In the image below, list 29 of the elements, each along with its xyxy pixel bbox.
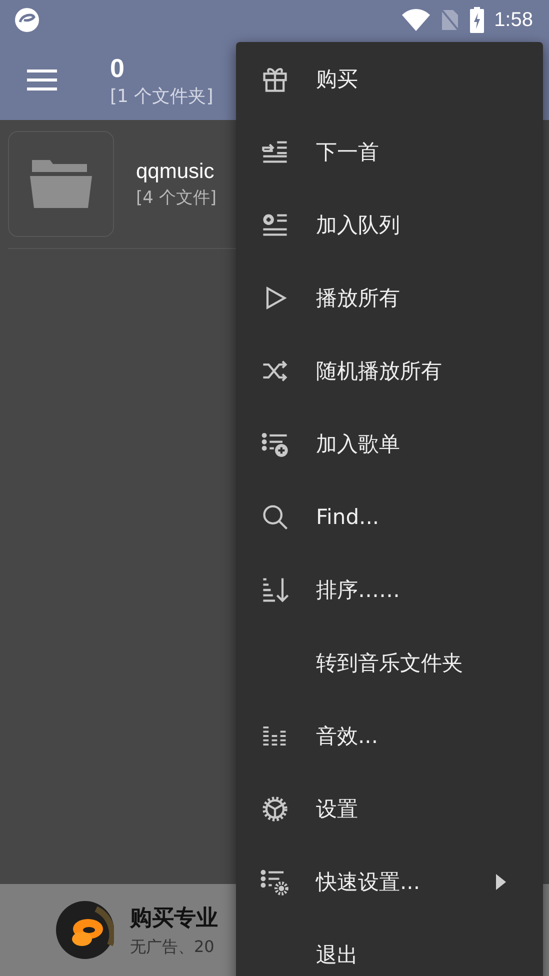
menu-item[interactable]: 转到音乐文件夹 bbox=[236, 626, 543, 699]
menu-item[interactable]: 设置 bbox=[236, 772, 543, 845]
clock-time: 1:58 bbox=[494, 8, 533, 32]
menu-item[interactable]: 加入歌单 bbox=[236, 407, 543, 480]
file-count: [4 个文件] bbox=[136, 186, 216, 208]
battery-charging-icon bbox=[470, 7, 484, 33]
folder-icon bbox=[30, 160, 92, 208]
menu-icon bbox=[27, 69, 57, 91]
menu-item[interactable]: 购买 bbox=[236, 42, 543, 115]
folder-title: 0 bbox=[110, 52, 126, 84]
settings-icon bbox=[260, 794, 290, 824]
promo-title: 购买专业 bbox=[130, 904, 218, 932]
menu-item[interactable]: 排序…… bbox=[236, 553, 543, 626]
menu-item[interactable]: 快速设置... bbox=[236, 845, 543, 918]
menu-item[interactable]: 退出 bbox=[236, 918, 543, 976]
folder-count: [1 个文件夹] bbox=[110, 84, 214, 108]
menu-item[interactable]: 播放所有 bbox=[236, 261, 543, 334]
app-logo-icon bbox=[14, 7, 40, 33]
menu-item[interactable]: Find... bbox=[236, 480, 543, 553]
menu-item[interactable]: 下一首 bbox=[236, 115, 543, 188]
promo-subtitle: 无广告、20 bbox=[130, 936, 216, 958]
folder-name[interactable]: qqmusic bbox=[136, 160, 216, 184]
app-logo-icon bbox=[56, 901, 114, 959]
menu-item[interactable]: 音效... bbox=[236, 699, 543, 772]
wifi-icon bbox=[402, 9, 430, 31]
no-sim-icon bbox=[440, 8, 460, 32]
menu-item[interactable]: 随机播放所有 bbox=[236, 334, 543, 407]
menu-item[interactable]: 加入队列 bbox=[236, 188, 543, 261]
folder-thumbnail[interactable] bbox=[8, 131, 114, 237]
